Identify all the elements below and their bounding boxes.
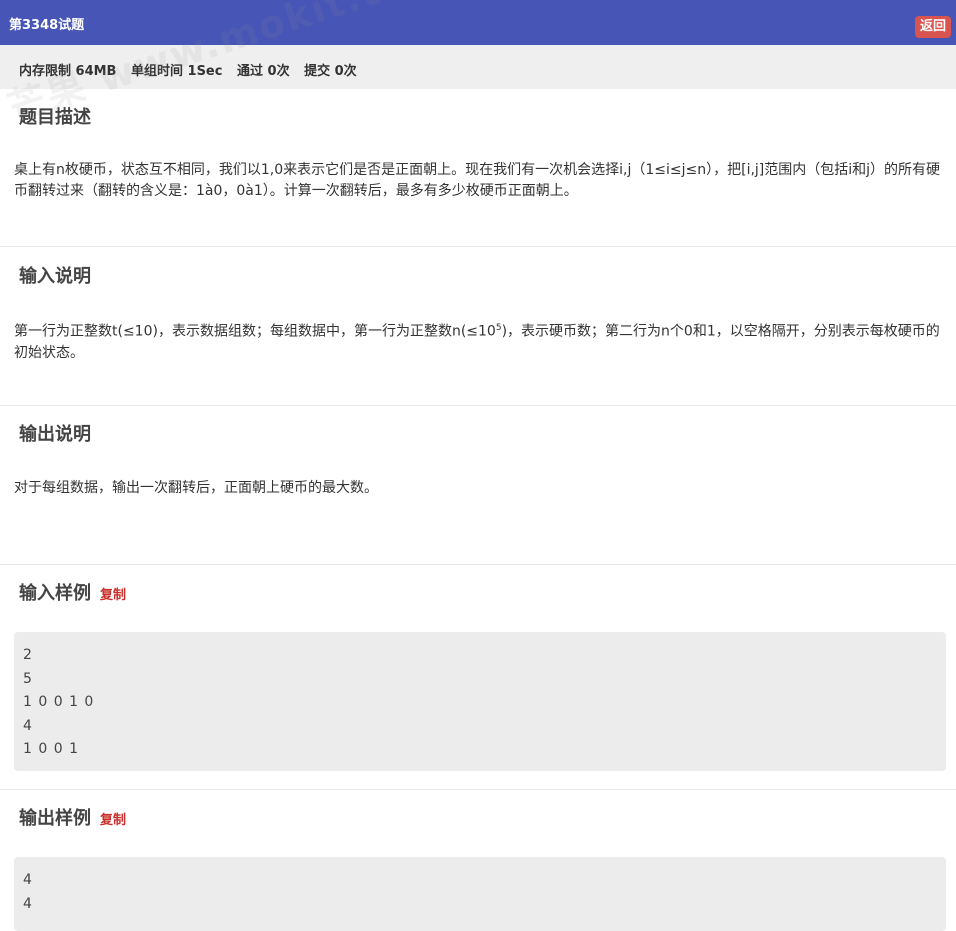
- passed-count: 通过 0次: [237, 64, 290, 79]
- input-desc-title: 输入说明: [19, 266, 91, 287]
- code-line: 4: [23, 895, 33, 912]
- input-desc-text-1: 第一行为正整数t(≤10)，表示数据组数；每组数据中，第一行为正整数n(≤10: [14, 323, 496, 340]
- divider: [0, 246, 956, 247]
- code-line: 4: [23, 872, 33, 888]
- time-limit: 单组时间 1Sec: [131, 64, 223, 79]
- back-button[interactable]: 返回: [915, 16, 951, 38]
- description-text: 桌上有n枚硬币，状态互不相同，我们以1,0来表示它们是否是正面朝上。现在我们有一…: [14, 162, 941, 199]
- memory-limit: 内存限制 64MB: [19, 64, 117, 79]
- sample-output-header: 输出样例 复制: [19, 804, 126, 830]
- output-desc-title: 输出说明: [19, 424, 91, 445]
- copy-output-button[interactable]: 复制: [100, 813, 126, 828]
- divider: [0, 564, 956, 565]
- limits-bar: 内存限制 64MB 单组时间 1Sec 通过 0次 提交 0次: [0, 45, 956, 89]
- input-desc-text: 第一行为正整数t(≤10)，表示数据组数；每组数据中，第一行为正整数n(≤105…: [14, 318, 944, 364]
- divider: [0, 789, 956, 790]
- code-line: 4: [23, 717, 33, 734]
- top-bar: 第3348试题 返回: [0, 0, 956, 45]
- copy-input-button[interactable]: 复制: [100, 588, 126, 603]
- sample-output-title: 输出样例: [19, 808, 91, 829]
- code-line: 2: [23, 647, 33, 663]
- output-desc-text: 对于每组数据，输出一次翻转后，正面朝上硬币的最大数。: [14, 480, 378, 496]
- page-title: 第3348试题: [9, 18, 85, 33]
- submitted-count: 提交 0次: [304, 64, 357, 79]
- sample-input-header: 输入样例 复制: [19, 579, 126, 605]
- code-line: 1 0 0 1 0: [23, 694, 95, 710]
- code-line: 5: [23, 670, 33, 687]
- sample-input-title: 输入样例: [19, 583, 91, 604]
- sample-output-box: 4 4: [14, 857, 946, 931]
- code-line: 1 0 0 1: [23, 741, 79, 757]
- divider: [0, 405, 956, 406]
- sample-input-box: 2 5 1 0 0 1 0 4 1 0 0 1: [14, 632, 946, 771]
- description-title: 题目描述: [19, 107, 91, 128]
